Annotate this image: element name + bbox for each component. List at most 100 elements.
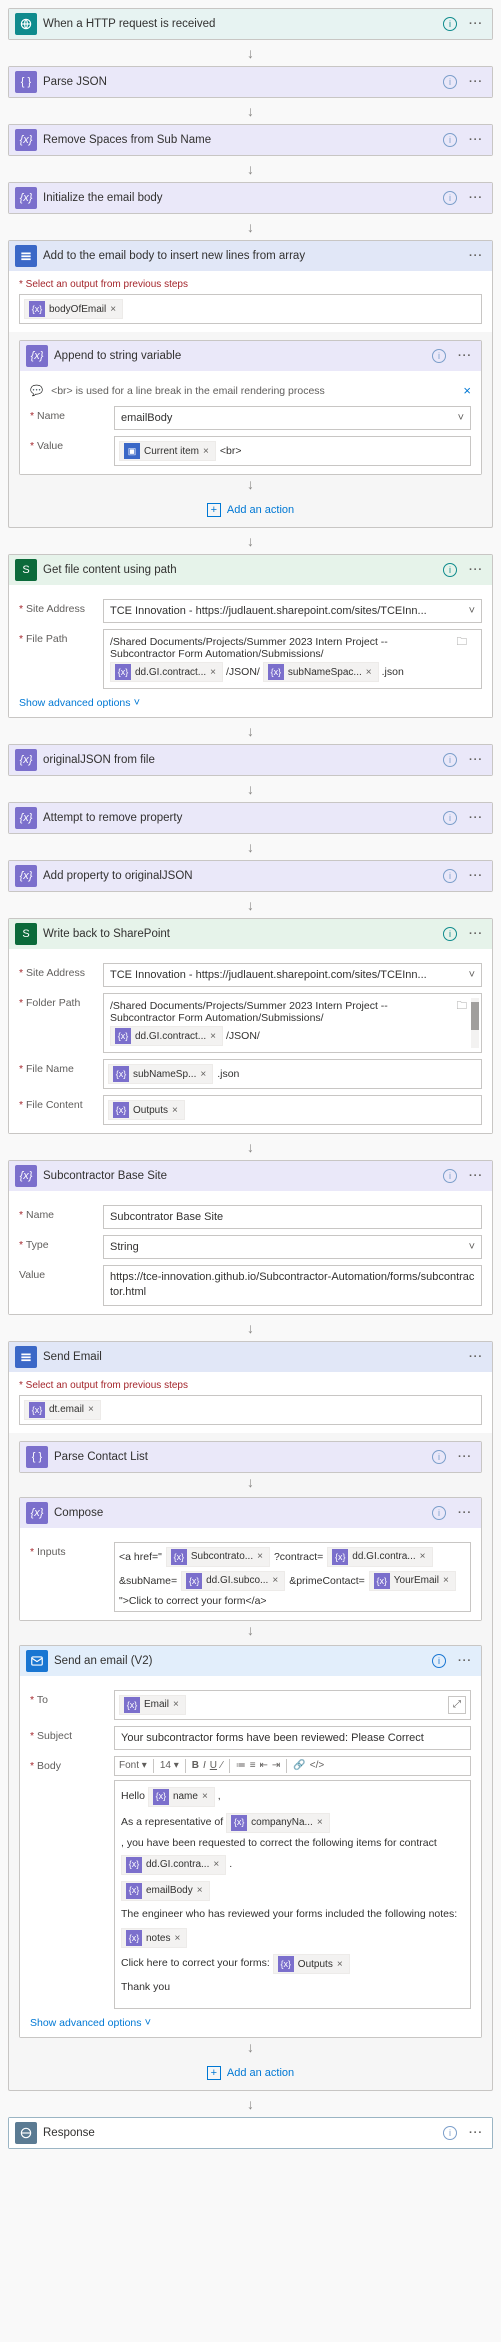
info-icon[interactable]: i [429,1651,449,1671]
menu-icon[interactable]: ··· [466,750,486,770]
token-outputs[interactable]: {x}Outputs× [108,1100,185,1120]
link-button[interactable]: 🔗 [293,1760,305,1771]
add-action-button[interactable]: +Add an action [9,493,492,519]
menu-icon[interactable]: ··· [466,2123,486,2143]
info-icon[interactable]: i [440,14,460,34]
font-select[interactable]: Font ▾ [119,1760,147,1771]
scope-header[interactable]: Send Email ··· [9,1342,492,1372]
token-basesite[interactable]: {x}Subcontrato...× [166,1547,270,1567]
token-dtemail[interactable]: {x}dt.email× [24,1400,101,1420]
token-subname[interactable]: {x}subNameSpac...× [263,662,379,682]
token-contract[interactable]: {x}dd.GI.contract...× [110,662,223,682]
site-address-select[interactable]: TCE Innovation - https://judlauent.share… [103,963,482,987]
token-current-item[interactable]: ▣Current item× [119,441,216,461]
remove-property-step[interactable]: {x} Attempt to remove property i ··· [8,802,493,834]
initialize-body-step[interactable]: {x} Initialize the email body i ··· [8,182,493,214]
menu-icon[interactable]: ··· [466,924,486,944]
step-header[interactable]: {x} Compose i ··· [20,1498,481,1528]
token-name[interactable]: {x}name× [148,1787,215,1807]
parse-json-step[interactable]: { } Parse JSON i ··· [8,66,493,98]
menu-icon[interactable]: ··· [466,1166,486,1186]
scrollbar[interactable] [471,998,479,1048]
info-icon[interactable]: i [429,346,449,366]
info-icon[interactable]: i [429,1503,449,1523]
file-path-field[interactable]: 🗀 /Shared Documents/Projects/Summer 2023… [103,629,482,689]
add-property-step[interactable]: {x} Add property to originalJSON i ··· [8,860,493,892]
subject-input[interactable]: Your subcontractor forms have been revie… [114,1726,471,1750]
email-body-editor[interactable]: Hello {x}name× , As a representative of … [114,1780,471,2009]
info-icon[interactable]: i [429,1447,449,1467]
file-content-field[interactable]: {x}Outputs× [103,1095,482,1125]
size-select[interactable]: 14 ▾ [160,1760,179,1771]
menu-icon[interactable]: ··· [466,808,486,828]
type-select[interactable]: String [103,1235,482,1259]
foreach-input[interactable]: {x}dt.email× [19,1395,482,1425]
name-input[interactable]: Subcontrator Base Site [103,1205,482,1229]
original-json-step[interactable]: {x} originalJSON from file i ··· [8,744,493,776]
token-contract[interactable]: {x}dd.GI.contra...× [121,1855,226,1875]
token-subname[interactable]: {x}subNameSp...× [108,1064,213,1084]
name-select[interactable]: emailBody [114,406,471,430]
show-advanced-link[interactable]: Show advanced options [30,2017,142,2029]
info-icon[interactable]: i [440,560,460,580]
token-company[interactable]: {x}companyNa...× [226,1813,330,1833]
remove-token-icon[interactable]: × [210,667,216,678]
indent-button[interactable]: ⇥ [272,1760,280,1771]
menu-icon[interactable]: ··· [466,14,486,34]
to-field[interactable]: {x}Email× ⤢ [114,1690,471,1720]
info-icon[interactable]: i [440,808,460,828]
response-step[interactable]: Response i ··· [8,2117,493,2149]
token-bodyofemail[interactable]: {x}bodyOfEmail× [24,299,123,319]
foreach-input[interactable]: {x}bodyOfEmail× [19,294,482,324]
menu-icon[interactable]: ··· [455,1447,475,1467]
append-header[interactable]: {x} Append to string variable i ··· [20,341,481,371]
menu-icon[interactable]: ··· [455,1503,475,1523]
file-name-field[interactable]: {x}subNameSp...× .json [103,1059,482,1089]
token-outputs[interactable]: {x}Outputs× [273,1954,350,1974]
bold-button[interactable]: B [192,1760,199,1771]
step-header[interactable]: Send an email (V2) i ··· [20,1646,481,1676]
info-icon[interactable]: i [440,1166,460,1186]
site-address-select[interactable]: TCE Innovation - https://judlauent.share… [103,599,482,623]
show-advanced-link[interactable]: Show advanced options [19,697,131,709]
foreach-header[interactable]: Add to the email body to insert new line… [9,241,492,271]
token-contract[interactable]: {x}dd.GI.contract...× [110,1026,223,1046]
menu-icon[interactable]: ··· [466,1347,486,1367]
bullets-button[interactable]: ≔ [236,1760,246,1771]
remove-token-icon[interactable]: × [88,1404,94,1415]
token-emailbody[interactable]: {x}emailBody× [121,1881,210,1901]
remove-token-icon[interactable]: × [203,446,209,457]
trigger-step[interactable]: When a HTTP request is received i ··· [8,8,493,40]
expand-icon[interactable]: ⤢ [448,1696,466,1714]
token-notes[interactable]: {x}notes× [121,1928,187,1948]
remove-token-icon[interactable]: × [200,1069,206,1080]
underline-button[interactable]: U [210,1760,217,1771]
italic-button[interactable]: I [203,1760,206,1771]
token-youremail[interactable]: {x}YourEmail× [369,1571,456,1591]
step-header[interactable]: S Write back to SharePoint i ··· [9,919,492,949]
token-email[interactable]: {x}Email× [119,1695,186,1715]
menu-icon[interactable]: ··· [466,130,486,150]
numbers-button[interactable]: ≡ [250,1760,256,1771]
token-contract[interactable]: {x}dd.GI.contra...× [327,1547,432,1567]
remove-token-icon[interactable]: × [110,304,116,315]
folder-picker-icon[interactable]: 🗀 [457,634,468,652]
close-comment-icon[interactable]: × [463,383,471,398]
menu-icon[interactable]: ··· [466,188,486,208]
folder-path-field[interactable]: 🗀 /Shared Documents/Projects/Summer 2023… [103,993,482,1053]
value-input[interactable]: https://tce-innovation.github.io/Subcont… [103,1265,482,1306]
info-icon[interactable]: i [440,72,460,92]
compose-inputs-field[interactable]: <a href=" {x}Subcontrato...× ?contract= … [114,1542,471,1612]
remove-token-icon[interactable]: × [366,667,372,678]
menu-icon[interactable]: ··· [455,1651,475,1671]
value-field[interactable]: ▣Current item× <br> [114,436,471,466]
folder-picker-icon[interactable]: 🗀 [457,998,468,1016]
add-action-button[interactable]: +Add an action [9,2056,492,2082]
strike-button[interactable]: ∕ [221,1760,223,1771]
info-icon[interactable]: i [440,924,460,944]
menu-icon[interactable]: ··· [466,246,486,266]
menu-icon[interactable]: ··· [466,72,486,92]
remove-token-icon[interactable]: × [210,1031,216,1042]
menu-icon[interactable]: ··· [466,560,486,580]
remove-spaces-step[interactable]: {x} Remove Spaces from Sub Name i ··· [8,124,493,156]
